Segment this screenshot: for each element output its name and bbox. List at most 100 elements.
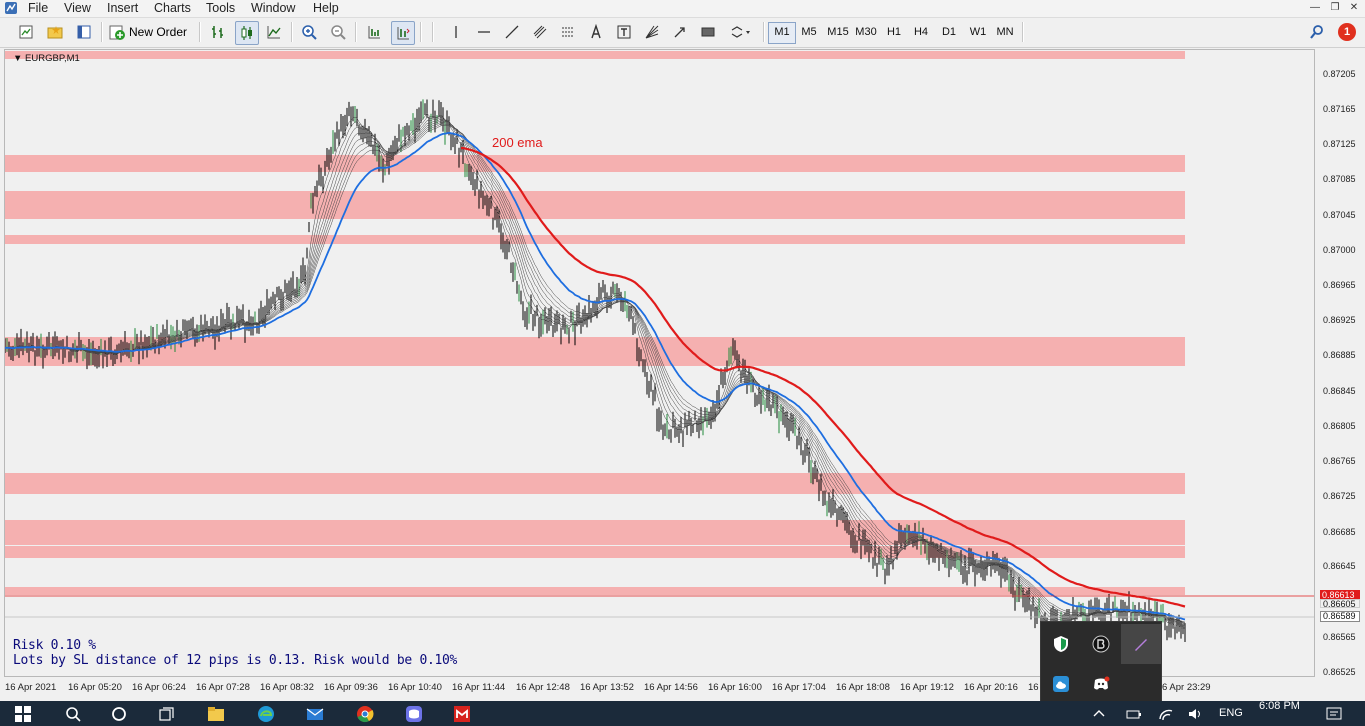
- zoom-out-button[interactable]: [327, 21, 349, 43]
- time-tick: 16 Apr 2021: [5, 682, 57, 693]
- wifi-icon[interactable]: [1157, 705, 1175, 723]
- chart-menu-triangle-icon[interactable]: ▼: [13, 53, 22, 64]
- trendline-icon: [505, 25, 519, 39]
- channel-button[interactable]: [529, 21, 551, 43]
- gann-button[interactable]: [641, 21, 663, 43]
- price-tick: 0.87165: [1323, 104, 1356, 114]
- windows-start-icon[interactable]: [14, 705, 32, 723]
- edge-browser-icon[interactable]: [257, 705, 275, 723]
- shield-icon: [1054, 636, 1068, 652]
- close-icon[interactable]: ✕: [1346, 1, 1362, 15]
- price-tick: 0.86885: [1323, 350, 1356, 360]
- metatrader-taskbar-icon[interactable]: [453, 705, 471, 723]
- timeframe-h1[interactable]: H1: [881, 22, 907, 42]
- tray-chevron-up-icon[interactable]: [1092, 705, 1106, 723]
- text-button[interactable]: [585, 21, 607, 43]
- discord-icon: [1094, 676, 1110, 690]
- timeframe-mn[interactable]: MN: [992, 22, 1018, 42]
- action-center-icon[interactable]: [1325, 705, 1343, 723]
- price-tick: 0.86525: [1323, 667, 1356, 677]
- price-axis[interactable]: 0.87205 0.87165 0.87125 0.87085 0.87045 …: [1316, 49, 1365, 677]
- price-tick: 0.86645: [1323, 561, 1356, 571]
- chart-window[interactable]: ▼ EURGBP,M1 200 ema Risk 0.10 % Lots by …: [4, 49, 1315, 677]
- market-watch-button[interactable]: [73, 21, 95, 43]
- tray-app-onedrive[interactable]: [1041, 664, 1081, 704]
- b-logo-icon: [1092, 635, 1110, 653]
- price-tick: 0.87125: [1323, 139, 1356, 149]
- language-indicator[interactable]: ENG: [1219, 707, 1243, 719]
- system-clock[interactable]: 6:08 PM: [1259, 700, 1300, 712]
- time-tick: 16 Apr 13:52: [580, 682, 634, 693]
- tray-app-shield[interactable]: [1041, 624, 1081, 664]
- fibonacci-icon: [562, 27, 574, 37]
- time-tick: 16 Apr 16:00: [708, 682, 762, 693]
- menu-tools[interactable]: Tools: [206, 0, 235, 17]
- vertical-line-button[interactable]: [445, 21, 467, 43]
- text-icon: [591, 24, 601, 39]
- candlestick-icon: [241, 26, 252, 40]
- menu-insert[interactable]: Insert: [107, 0, 138, 17]
- search-icon[interactable]: [64, 705, 82, 723]
- line-chart-button[interactable]: [263, 21, 285, 43]
- chart-symbol-label: EURGBP,M1: [25, 53, 80, 64]
- tray-app-pen[interactable]: [1121, 624, 1161, 664]
- chart-shift-button[interactable]: [391, 21, 415, 45]
- new-chart-button[interactable]: [15, 21, 37, 43]
- tray-app-bitdefender[interactable]: [1081, 624, 1121, 664]
- chrome-icon[interactable]: [356, 705, 374, 723]
- timeframe-h4[interactable]: H4: [908, 22, 934, 42]
- more-tools-dropdown[interactable]: [727, 21, 757, 43]
- battery-icon[interactable]: [1125, 705, 1143, 723]
- timeframe-m5[interactable]: M5: [796, 22, 822, 42]
- price-tick: 0.86965: [1323, 280, 1356, 290]
- pen-icon: [1135, 639, 1147, 651]
- timeframe-w1[interactable]: W1: [965, 22, 991, 42]
- trendline-button[interactable]: [501, 21, 523, 43]
- auto-scroll-button[interactable]: [363, 21, 385, 43]
- minimize-icon[interactable]: —: [1307, 1, 1323, 15]
- profiles-button[interactable]: [44, 21, 66, 43]
- arrows-button[interactable]: [669, 21, 691, 43]
- main-toolbar: New Order M1 M5 M15 M30 H1 H4 D1 W1 MN 1: [0, 18, 1365, 48]
- equidistant-channel-icon: [533, 25, 547, 39]
- discord-icon[interactable]: [405, 705, 423, 723]
- time-tick: 16 Apr 17:04: [772, 682, 826, 693]
- restore-icon[interactable]: ❐: [1327, 1, 1343, 15]
- menu-view[interactable]: View: [64, 0, 91, 17]
- notifications-button[interactable]: 1: [1336, 21, 1358, 43]
- mail-icon[interactable]: [306, 705, 324, 723]
- notification-count: 1: [1343, 26, 1351, 38]
- fibonacci-button[interactable]: [557, 21, 579, 43]
- ema-200-annotation[interactable]: 200 ema: [492, 135, 543, 150]
- ask-price-tag: 0.86605: [1320, 599, 1360, 609]
- shapes-button[interactable]: [697, 21, 719, 43]
- horizontal-line-button[interactable]: [473, 21, 495, 43]
- menu-file[interactable]: File: [28, 0, 48, 17]
- cortana-icon[interactable]: [110, 705, 128, 723]
- bar-chart-button[interactable]: [207, 21, 229, 43]
- zoom-in-button[interactable]: [298, 21, 320, 43]
- time-tick: 16 Apr 12:48: [516, 682, 570, 693]
- ema-ribbon-line: [5, 113, 1186, 629]
- tray-app-discord[interactable]: [1081, 664, 1121, 704]
- new-order-button[interactable]: New Order: [108, 21, 194, 43]
- price-tick: 0.86765: [1323, 456, 1356, 466]
- timeframe-m30[interactable]: M30: [852, 22, 880, 42]
- task-view-icon[interactable]: [158, 705, 176, 723]
- menu-window[interactable]: Window: [251, 0, 295, 17]
- volume-icon[interactable]: [1187, 705, 1205, 723]
- ema-ribbon-line: [5, 121, 1186, 624]
- timeframe-m1[interactable]: M1: [768, 22, 796, 44]
- timeframe-m15[interactable]: M15: [824, 22, 852, 42]
- toolbar-separator: [1022, 22, 1024, 42]
- file-explorer-icon[interactable]: [207, 705, 225, 723]
- menu-charts[interactable]: Charts: [154, 0, 191, 17]
- text-label-button[interactable]: [613, 21, 635, 43]
- ema-200-line: [460, 146, 1186, 608]
- menu-help[interactable]: Help: [313, 0, 339, 17]
- search-button[interactable]: [1306, 21, 1328, 43]
- candlestick-button[interactable]: [235, 21, 259, 45]
- price-tick: 0.87085: [1323, 174, 1356, 184]
- timeframe-d1[interactable]: D1: [936, 22, 962, 42]
- time-tick: 16 Apr 20:16: [964, 682, 1018, 693]
